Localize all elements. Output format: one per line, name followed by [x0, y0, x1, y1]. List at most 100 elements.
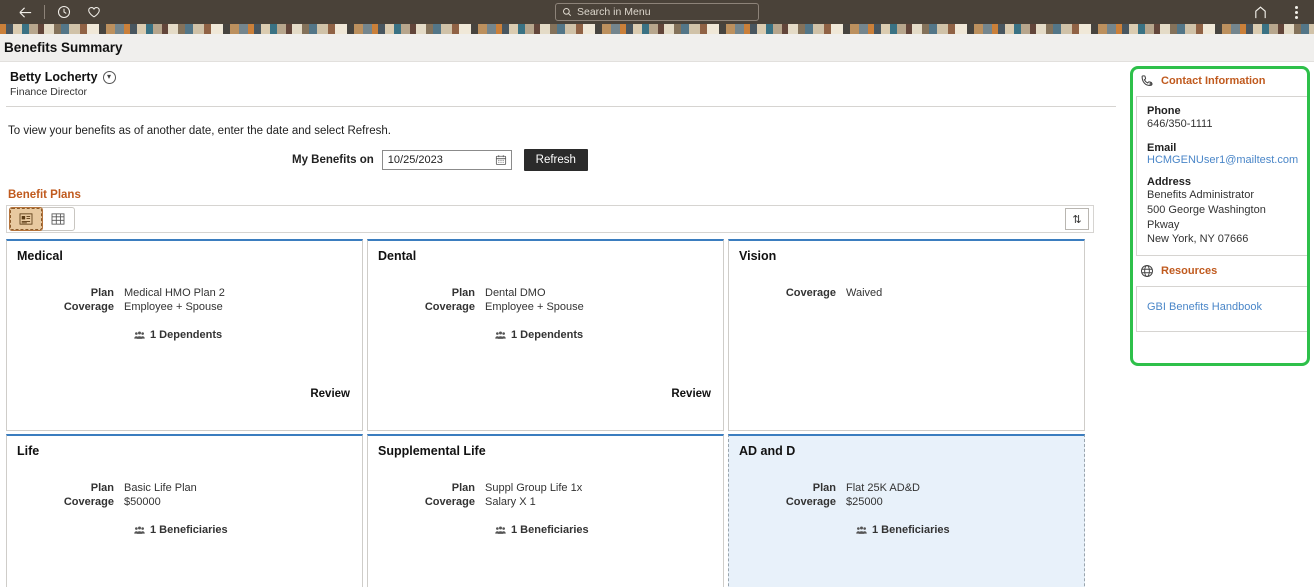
- search-placeholder: Search in Menu: [577, 6, 651, 18]
- phone-icon: [1140, 74, 1154, 88]
- benefits-date-input[interactable]: 10/25/2023: [381, 150, 512, 170]
- clock-icon[interactable]: [49, 0, 79, 24]
- benefits-date-value: 10/25/2023: [387, 154, 443, 166]
- address-line-1: Benefits Administrator: [1147, 188, 1254, 201]
- beneficiaries-text: 1 Beneficiaries: [150, 524, 228, 536]
- view-toggle-group: [9, 207, 75, 231]
- kebab-menu-icon[interactable]: [1289, 5, 1304, 19]
- benefit-card-medical[interactable]: Medical Plan Medical HMO Plan 2 Coverage…: [6, 239, 363, 431]
- coverage-value: Salary X 1: [485, 496, 536, 508]
- plan-label: Plan: [451, 287, 475, 299]
- card-title: Dental: [378, 249, 417, 263]
- chevron-down-circle-icon[interactable]: ▾: [102, 70, 116, 84]
- heart-icon[interactable]: [79, 0, 109, 24]
- card-title: Life: [17, 444, 40, 458]
- coverage-row: Coverage $50000: [17, 496, 352, 508]
- card-title: Supplemental Life: [378, 444, 486, 458]
- coverage-value: $50000: [124, 496, 161, 508]
- plan-row: Plan Suppl Group Life 1x: [378, 482, 713, 494]
- beneficiaries-row: 1 Beneficiaries: [378, 524, 713, 536]
- benefit-card-life[interactable]: Life Plan Basic Life Plan Coverage $5000…: [6, 434, 363, 587]
- plan-row: Plan Basic Life Plan: [17, 482, 352, 494]
- review-link[interactable]: Review: [310, 388, 350, 400]
- coverage-row: Coverage $25000: [739, 496, 1074, 508]
- search-input[interactable]: Search in Menu: [555, 3, 759, 21]
- resources-title: Resources: [1161, 265, 1218, 278]
- card-fields: Plan Medical HMO Plan 2 Coverage Employe…: [17, 287, 352, 313]
- plan-value: Flat 25K AD&D: [846, 482, 920, 494]
- review-link[interactable]: Review: [671, 388, 711, 400]
- email-value-link[interactable]: HCMGENUser1@mailtest.com: [1147, 154, 1299, 166]
- coverage-value: $25000: [846, 496, 883, 508]
- plan-label: Plan: [90, 482, 114, 494]
- people-icon: [495, 330, 506, 340]
- beneficiaries-text: 1 Beneficiaries: [511, 524, 589, 536]
- coverage-row: Coverage Employee + Spouse: [378, 301, 713, 313]
- benefit-plans-section-label: Benefit Plans: [8, 189, 81, 201]
- dependents-row: 1 Dependents: [17, 329, 352, 341]
- employee-name-row[interactable]: Betty Locherty ▾: [10, 70, 1116, 84]
- arrow-left-icon[interactable]: [10, 0, 40, 24]
- grid-view-icon[interactable]: [42, 208, 74, 230]
- employee-job-title: Finance Director: [10, 86, 88, 98]
- coverage-row: Coverage Waived: [739, 287, 1074, 299]
- divider: [6, 106, 1116, 107]
- instructions-text: To view your benefits as of another date…: [8, 125, 391, 137]
- coverage-label: Coverage: [424, 301, 475, 313]
- address-line-2: 500 George Washington Pkway: [1147, 203, 1266, 231]
- home-icon[interactable]: [1245, 0, 1275, 24]
- right-sidebar: Contact Information Phone 646/350-1111 E…: [1128, 62, 1314, 587]
- coverage-value: Waived: [846, 287, 883, 299]
- refresh-button[interactable]: Refresh: [523, 149, 588, 171]
- calendar-icon[interactable]: [495, 154, 507, 166]
- contact-information-header: Contact Information: [1136, 66, 1308, 96]
- nav-divider: [44, 5, 45, 19]
- benefit-card-dental[interactable]: Dental Plan Dental DMO Coverage Employee…: [367, 239, 724, 431]
- coverage-row: Coverage Salary X 1: [378, 496, 713, 508]
- coverage-label: Coverage: [424, 496, 475, 508]
- card-view-icon[interactable]: [9, 207, 43, 231]
- nav-right-group: [1245, 0, 1304, 24]
- beneficiaries-row: 1 Beneficiaries: [17, 524, 352, 536]
- beneficiaries-row: 1 Beneficiaries: [739, 524, 1074, 536]
- page-title-bar: Benefits Summary: [0, 34, 1314, 62]
- plan-row: Plan Flat 25K AD&D: [739, 482, 1074, 494]
- phone-field: Phone 646/350-1111: [1147, 105, 1299, 132]
- main-content: Betty Locherty ▾ Finance Director To vie…: [0, 62, 1128, 587]
- card-title: Vision: [739, 249, 777, 263]
- people-icon: [495, 525, 506, 535]
- coverage-row: Coverage Employee + Spouse: [17, 301, 352, 313]
- benefit-cards-grid: Medical Plan Medical HMO Plan 2 Coverage…: [6, 239, 1120, 587]
- dependents-text: 1 Dependents: [150, 329, 223, 341]
- employee-name: Betty Locherty: [10, 70, 98, 84]
- people-icon: [134, 330, 145, 340]
- nav-left-group: [10, 0, 109, 24]
- date-filter-row: My Benefits on 10/25/2023 Refresh: [6, 149, 1120, 171]
- contact-information-panel: Phone 646/350-1111 Email HCMGENUser1@mai…: [1136, 96, 1308, 257]
- sort-icon[interactable]: ⇅: [1065, 208, 1089, 230]
- top-navigation-bar: Search in Menu: [0, 0, 1314, 24]
- search-container: Search in Menu: [555, 3, 759, 21]
- coverage-label: Coverage: [785, 496, 836, 508]
- date-filter-label: My Benefits on: [292, 154, 374, 166]
- benefit-card-ad-and-d[interactable]: AD and D Plan Flat 25K AD&D Coverage $25…: [728, 434, 1085, 587]
- resource-link-benefits-handbook[interactable]: GBI Benefits Handbook: [1147, 301, 1299, 313]
- sidebar-content: Contact Information Phone 646/350-1111 E…: [1128, 62, 1314, 333]
- coverage-label: Coverage: [785, 287, 836, 299]
- coverage-value: Employee + Spouse: [485, 301, 584, 313]
- plan-value: Medical HMO Plan 2: [124, 287, 225, 299]
- email-label: Email: [1147, 141, 1177, 154]
- card-fields: Plan Basic Life Plan Coverage $50000: [17, 482, 352, 508]
- phone-value: 646/350-1111: [1147, 118, 1213, 130]
- address-label: Address: [1147, 175, 1192, 188]
- benefit-card-supplemental-life[interactable]: Supplemental Life Plan Suppl Group Life …: [367, 434, 724, 587]
- search-icon: [562, 7, 572, 17]
- employee-header: Betty Locherty ▾ Finance Director: [6, 62, 1120, 100]
- card-fields: Plan Suppl Group Life 1x Coverage Salary…: [378, 482, 713, 508]
- beneficiaries-text: 1 Beneficiaries: [872, 524, 950, 536]
- plan-label: Plan: [90, 287, 114, 299]
- address-line-3: New York, NY 07666: [1147, 233, 1249, 246]
- phone-label: Phone: [1147, 105, 1181, 117]
- plan-row: Plan Medical HMO Plan 2: [17, 287, 352, 299]
- benefit-card-vision[interactable]: Vision Coverage Waived: [728, 239, 1085, 431]
